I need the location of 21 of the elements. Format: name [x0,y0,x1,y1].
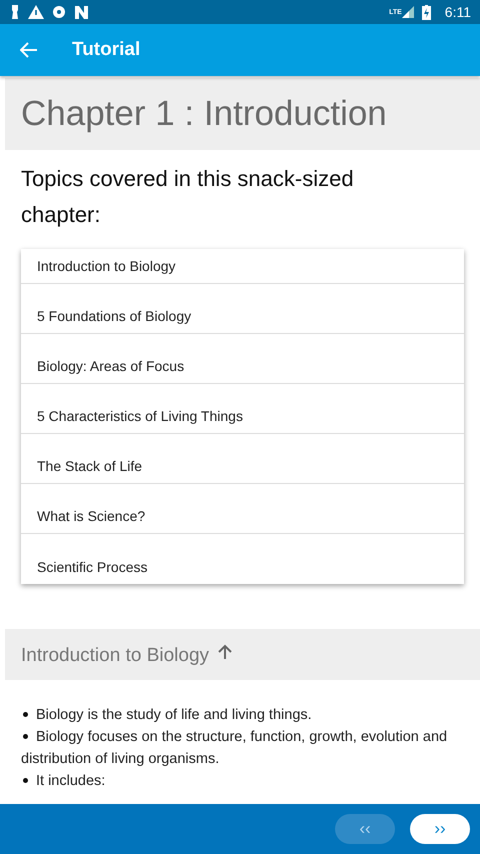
bullet-text: It includes: [21,770,466,792]
topic-item[interactable]: Introduction to Biology [21,249,464,284]
app-bar-title: Tutorial [72,39,140,61]
warning-icon [28,5,44,19]
n-icon [75,6,88,18]
topic-item[interactable]: 5 Characteristics of Living Things [21,384,464,434]
topic-item[interactable]: What is Science? [21,484,464,534]
topic-item[interactable]: Scientific Process [21,534,464,584]
chapter-title: Chapter 1 : Introduction [21,94,387,134]
topic-item[interactable]: Biology: Areas of Focus [21,334,464,384]
clock: 6:11 [444,4,471,20]
up-arrow-icon[interactable] [217,644,234,660]
battery-icon [422,4,431,20]
bullet-text: Biology is the study of life and living things. [21,704,466,726]
next-button[interactable]: ›› [410,814,470,844]
topics-heading: Topics covered in this snack-sized chapter: [20,165,355,229]
bullet-text: Biology focuses on the structure, function, growth, evolution and distribution of living organisms. [21,728,448,769]
signal-icon [402,6,414,18]
topic-item[interactable]: 5 Foundations of Biology [21,284,464,334]
topic-item[interactable]: The Stack of Life [21,434,464,484]
section-title: Introduction to Biology [21,644,210,666]
